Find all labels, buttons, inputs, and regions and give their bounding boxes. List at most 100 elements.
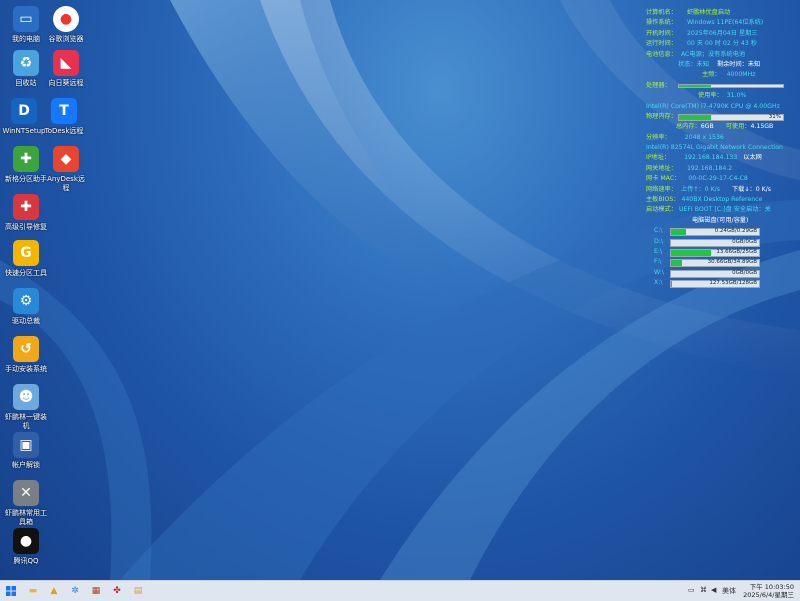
disk-row: W:\ 0GB/0GB [646,268,798,278]
desktop-icon[interactable]: ☻ 虾鹏林一键装机 [4,384,48,431]
resolution-value: 2048 x 1536 [684,133,724,141]
desktop-icon[interactable]: T ToDesk远程 [42,98,86,136]
desktop-icon-label: 向日葵远程 [48,79,84,87]
desktop-icon[interactable]: ● 腾讯QQ [4,528,48,566]
disk-row: D:\ 0GB/0GB [646,237,798,247]
file-explorer-icon[interactable]: ▬ [26,584,40,598]
system-info-panel: 计算机名： 虾鹏林优盘启动 操作系统： Windows 11PE(64位系统) 开机… [646,8,798,289]
disk-capacity: 13.66GB/25GB [716,248,757,255]
bios-label: 主板BIOS： [646,196,680,204]
windows-start-icon[interactable] [4,584,18,598]
disk-usage-fill [671,260,682,267]
desktop-icon[interactable]: ✚ 新格分区助手 [4,146,48,184]
disk-capacity: 0.24GB/0.29GB [714,228,757,235]
disk-letter: W:\ [654,268,664,276]
cpu-usage-fill [679,84,712,87]
cpu-usage-value: 31.0% [726,92,747,100]
battery-label: 电池信息： [646,50,677,58]
disk-letter: E:\ [654,247,663,255]
ip-value: 192.168.184.133 [684,154,738,162]
disk-usage-bar: 13.66GB/25GB [670,248,760,257]
boot-mode-value: UEFI BOOT [C:]盘 安全启动：关 [678,206,771,214]
desktop-icon-label: WinNTSetup [2,127,46,135]
desktop-icon[interactable]: D WinNTSetup [2,98,46,136]
battery-value: AC电源；没有系统电池 [680,50,746,58]
disk-usage-bar: 0.24GB/0.29GB [670,228,760,237]
uptime-value: 00 天 00 时 02 分 43 秒 [686,40,757,48]
desktop-icon-label: 手动安装系统 [5,365,47,373]
memory-avail: 4.15GB [750,123,774,131]
tray-monitor-icon[interactable]: ▭ [688,586,695,594]
chrome-icon: ● [53,6,79,32]
desktop-icon-label: 我的电脑 [12,35,40,43]
desktop-icon-label: 腾讯QQ [13,557,39,565]
desktop-icon[interactable]: ◣ 向日葵远程 [44,50,88,88]
desktop-icon[interactable]: ▭ 我的电脑 [4,6,48,44]
os-label: 操作系统： [646,19,677,27]
desktop-icon[interactable]: ⚙ 驱动总裁 [4,288,48,326]
memory-total: 6GB [700,123,714,131]
disk-row: C:\ 0.24GB/0.29GB [646,226,798,237]
partition-assistant-icon: ✚ [13,146,39,172]
disk-capacity: 30.66GB/34.89GB [707,259,757,266]
disk-row: F:\ 30.66GB/34.89GB [646,257,798,268]
account-unlock-icon: ▣ [13,432,39,458]
tray-network-icon[interactable]: ⌘ [700,586,707,594]
desktop-icon[interactable]: G 快速分区工具 [4,240,48,278]
desktop-icon-label: 高级引导修复 [5,223,47,231]
memory-label: 物理内存： [646,112,677,120]
bios-value: 440BX Desktop Reference [681,196,763,204]
disk-row: E:\ 13.66GB/25GB [646,247,798,257]
tray-volume-icon[interactable]: ◀ [711,586,716,594]
os-value: Windows 11PE(64位系统) [686,19,764,27]
disk-capacity: 127.53GB/128GB [709,280,757,287]
qq-icon: ● [13,528,39,554]
cpu-model: Intel(R) Core(TM) i7-4790K CPU @ 4.00GHz [646,102,780,110]
disk-letter: D:\ [654,237,663,245]
disk-letter: X:\ [654,279,663,287]
disk-usage-bar: 127.53GB/128GB [670,280,760,289]
screenshot-icon[interactable]: ▦ [89,584,103,598]
desktop-icon[interactable]: ✚ 高级引导修复 [4,194,48,232]
settings-gear-icon[interactable]: ✲ [68,584,82,598]
disk-usage-fill [671,281,672,288]
download-speed: 下载↓：0 K/s [731,185,771,193]
upload-speed: 上传↑：0 K/s [680,185,720,193]
taskbar: ▬ ▲ ✲ ▦ ✤ ▤ ▭ ⌘ ◀ 美体 下午 10:03:50 2025/6/4/星期三 [0,580,800,601]
toolbox-icon: ✕ [13,480,39,506]
cpu-usage-bar [678,83,784,88]
clock[interactable]: 下午 10:03:50 2025/6/4/星期三 [743,583,794,599]
desktop-icon[interactable]: ↺ 手动安装系统 [4,336,48,374]
clock-time: 下午 10:03:50 [749,583,794,591]
cpu-usage-label: 使用率： [698,92,723,100]
winntsetup-icon: D [11,98,37,124]
installer-icon[interactable]: ▤ [131,584,145,598]
computer-icon: ▭ [13,6,39,32]
desktop-icon[interactable]: ● 谷歌浏览器 [44,6,88,44]
clock-date: 2025/6/4/星期三 [743,591,794,599]
memory-avail-label: 可使用： [725,123,751,131]
disk-usage-fill [671,229,686,236]
desktop-icon-label: 虾鹏林一键装机 [5,413,47,430]
desktop-icon[interactable]: ✕ 虾鹏林常用工具箱 [4,480,48,527]
input-method-indicator[interactable]: 美体 [722,586,736,596]
freq-label: 主频： [702,71,721,79]
desktop-icon[interactable]: ▣ 帐户解锁 [4,432,48,470]
disk-capacity: 0GB/0GB [732,269,757,276]
desktop-icon[interactable]: ♻ 回收站 [4,50,48,88]
desktop-icon-label: AnyDesk远程 [47,175,85,192]
disk-letter: C:\ [654,227,663,235]
disk-usage-fill [671,249,711,256]
desktop-icon[interactable]: ◆ AnyDesk远程 [44,146,88,193]
uptime-label: 运行时间： [646,40,677,48]
computer-name-label: 计算机名： [646,9,677,16]
disk-letter: F:\ [654,258,662,266]
cpu-label: 处理器： [646,81,671,89]
lock-icon[interactable]: ▲ [47,584,61,598]
tools-icon[interactable]: ✤ [110,584,124,598]
desktop-icon-label: 谷歌浏览器 [48,35,84,43]
disk-usage-bar: 30.66GB/34.89GB [670,259,760,268]
speed-label: 网络速率： [646,185,677,193]
computer-name-value: 虾鹏林优盘启动 [686,9,731,16]
sunlogin-icon: ◣ [53,50,79,76]
